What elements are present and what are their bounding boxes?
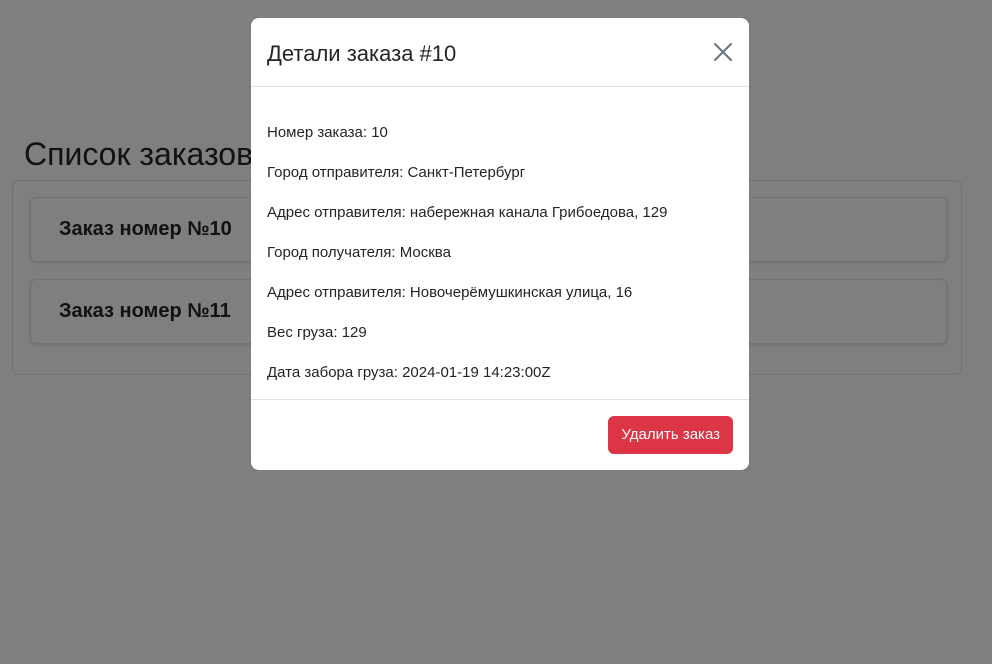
detail-value: 129	[341, 324, 367, 341]
detail-value: 2024-01-19 14:23:00Z	[402, 364, 551, 381]
detail-cargo-weight: Вес груза: 129	[267, 323, 367, 343]
detail-label: Адрес отправителя:	[267, 204, 406, 221]
detail-value: Новочерёмушкинская улица, 16	[409, 284, 633, 301]
close-button[interactable]	[709, 38, 737, 66]
detail-order-number: Номер заказа: 10	[267, 123, 388, 143]
detail-recipient-city: Город получателя: Москва	[267, 243, 451, 263]
detail-label: Город получателя:	[267, 244, 396, 261]
order-details-modal: Детали заказа #10 Номер заказа: 10 Город…	[251, 18, 749, 470]
detail-label: Адрес отправителя:	[267, 284, 406, 301]
delete-order-button[interactable]: Удалить заказ	[608, 416, 733, 454]
detail-label: Вес груза:	[267, 324, 338, 341]
detail-sender-address: Адрес отправителя: набережная канала Гри…	[267, 203, 667, 223]
detail-label: Дата забора груза:	[267, 364, 398, 381]
detail-label: Город отправителя:	[267, 164, 404, 181]
detail-value: Москва	[399, 244, 451, 261]
detail-sender-city: Город отправителя: Санкт-Петербург	[267, 163, 525, 183]
detail-recipient-address: Адрес отправителя: Новочерёмушкинская ул…	[267, 283, 632, 303]
modal-footer: Удалить заказ	[251, 399, 749, 470]
detail-value: 10	[371, 124, 388, 141]
detail-pickup-date: Дата забора груза: 2024-01-19 14:23:00Z	[267, 363, 551, 383]
close-x-icon	[714, 43, 732, 61]
page: Список заказов Заказ номер №10 Заказ ном…	[0, 0, 992, 664]
modal-title: Детали заказа #10	[267, 41, 457, 66]
modal-header: Детали заказа #10	[251, 18, 749, 87]
detail-value: Санкт-Петербург	[407, 164, 526, 181]
detail-label: Номер заказа:	[267, 124, 368, 141]
detail-value: набережная канала Грибоедова, 129	[409, 204, 668, 221]
